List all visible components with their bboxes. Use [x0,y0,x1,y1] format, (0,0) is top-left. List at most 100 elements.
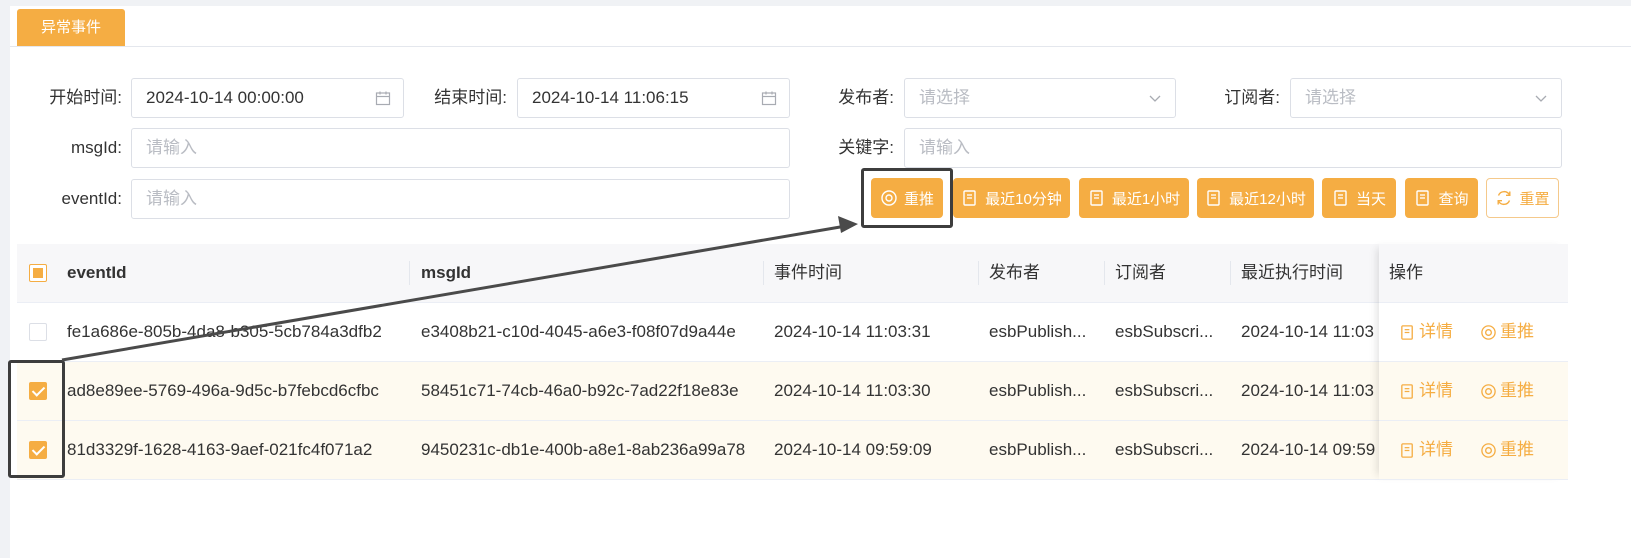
keyword-label: 关键字: [838,138,894,157]
header-divider [409,261,410,285]
tab-exception-events[interactable]: 异常事件 [17,9,125,46]
table-row[interactable]: fe1a686e-805b-4da8-b305-5cb784a3dfb2 e34… [17,303,1568,362]
header-subscriber[interactable]: 订阅者 [1115,244,1166,302]
keyword-placeholder: 请输入 [919,138,970,157]
cell-publisher: esbPublish... [989,322,1087,341]
detail-link-label: 详情 [1419,381,1453,400]
cell-event-time: 2024-10-14 09:59:09 [774,440,932,459]
publisher-label: 发布者: [838,88,894,107]
row-repush-label: 重推 [1500,381,1534,400]
detail-link-label: 详情 [1419,322,1453,341]
last-12-hours-label: 最近12小时 [1229,190,1306,208]
tab-bar: 异常事件 [10,6,1631,47]
cell-last-exec: 2024-10-14 11:03 [1241,322,1374,341]
query-label: 查询 [1438,190,1469,208]
table-row[interactable]: ad8e89ee-5769-496a-9d5c-b7febcd6cfbc 584… [17,362,1568,421]
cell-subscriber: esbSubscri... [1115,322,1214,341]
ops-row: 详情 重推 [1379,421,1568,480]
last-12-hours-button[interactable]: 最近12小时 [1197,178,1314,218]
start-time-label: 开始时间: [49,88,122,107]
keyword-input[interactable]: 请输入 [904,128,1562,168]
header-publisher[interactable]: 发布者 [989,244,1040,302]
publisher-placeholder: 请选择 [919,88,970,107]
end-time-label: 结束时间: [434,88,507,107]
events-table: eventId msgId 事件时间 发布者 订阅者 最近执行时间 fe1a68… [17,244,1568,480]
chevron-down-icon [1149,95,1161,102]
document-icon [1090,190,1103,206]
msgid-placeholder: 请输入 [146,138,197,157]
today-button[interactable]: 当天 [1322,178,1396,218]
detail-link[interactable]: 详情 [1399,303,1453,361]
cell-publisher: esbPublish... [989,381,1087,400]
cell-publisher: esbPublish... [989,440,1087,459]
cell-eventid: ad8e89ee-5769-496a-9d5c-b7febcd6cfbc [67,381,379,400]
operations-column: 操作 详情 重推 详情 重推 详情 重推 [1379,244,1568,480]
start-time-value: 2024-10-14 00:00:00 [146,88,304,107]
calendar-icon [761,91,777,106]
msgid-label: msgId: [70,138,122,157]
reset-button[interactable]: 重置 [1486,178,1559,218]
header-divider [763,261,764,285]
row-repush-label: 重推 [1500,440,1534,459]
document-icon [1334,190,1347,206]
eventid-input[interactable]: 请输入 [131,179,790,219]
table-row[interactable]: 81d3329f-1628-4163-9aef-021fc4f071a2 945… [17,421,1568,480]
cell-eventid: 81d3329f-1628-4163-9aef-021fc4f071a2 [67,440,373,459]
chevron-down-icon [1535,95,1547,102]
row-repush-link[interactable]: 重推 [1480,421,1534,479]
repush-icon [1481,442,1496,458]
row-checkbox[interactable] [29,323,47,341]
last-10-min-button[interactable]: 最近10分钟 [953,178,1070,218]
msgid-input[interactable]: 请输入 [131,128,790,168]
detail-link[interactable]: 详情 [1399,362,1453,420]
detail-link[interactable]: 详情 [1399,421,1453,479]
header-last-exec[interactable]: 最近执行时间 [1241,244,1343,302]
document-icon [1401,442,1413,458]
end-time-value: 2024-10-14 11:06:15 [532,88,689,107]
row-repush-label: 重推 [1500,322,1534,341]
cell-subscriber: esbSubscri... [1115,381,1214,400]
row-repush-link[interactable]: 重推 [1480,362,1534,420]
document-icon [1207,190,1220,206]
row-repush-link[interactable]: 重推 [1480,303,1534,361]
subscriber-placeholder: 请选择 [1305,88,1356,107]
detail-link-label: 详情 [1419,440,1453,459]
repush-icon [1481,324,1496,340]
header-divider [978,261,979,285]
header-divider [1230,261,1231,285]
end-time-input[interactable]: 2024-10-14 11:06:15 [517,78,790,118]
header-event-time[interactable]: 事件时间 [774,244,842,302]
header-eventid[interactable]: eventId [67,244,127,302]
cell-msgid: 58451c71-74cb-46a0-b92c-7ad22f18e83e [421,381,739,400]
ops-row: 详情 重推 [1379,303,1568,362]
header-operations: 操作 [1389,263,1423,282]
annotation-box-checkboxes [8,360,65,478]
cell-msgid: 9450231c-db1e-400b-a8e1-8ab236a99a78 [421,440,746,459]
cell-eventid: fe1a686e-805b-4da8-b305-5cb784a3dfb2 [67,322,382,341]
refresh-icon [1497,190,1511,206]
subscriber-select[interactable]: 请选择 [1290,78,1562,118]
query-button[interactable]: 查询 [1405,178,1478,218]
last-1-hour-label: 最近1小时 [1111,190,1181,208]
start-time-input[interactable]: 2024-10-14 00:00:00 [131,78,404,118]
cell-last-exec: 2024-10-14 11:03 [1241,381,1374,400]
calendar-icon [375,91,391,106]
last-1-hour-button[interactable]: 最近1小时 [1079,178,1189,218]
document-icon [963,190,976,206]
cell-event-time: 2024-10-14 11:03:31 [774,322,931,341]
document-icon [1416,190,1430,206]
header-msgid[interactable]: msgId [421,244,471,302]
publisher-select[interactable]: 请选择 [904,78,1176,118]
header-divider [1104,261,1105,285]
cell-event-time: 2024-10-14 11:03:30 [774,381,931,400]
today-label: 当天 [1355,190,1386,208]
eventid-placeholder: 请输入 [146,189,197,208]
annotation-box-repush [861,168,953,228]
document-icon [1401,383,1413,399]
ops-row: 详情 重推 [1379,362,1568,421]
eventid-label: eventId: [61,189,123,208]
cell-last-exec: 2024-10-14 09:59 [1241,440,1376,459]
select-all-checkbox[interactable] [29,264,47,282]
cell-subscriber: esbSubscri... [1115,440,1214,459]
repush-icon [1481,383,1496,399]
